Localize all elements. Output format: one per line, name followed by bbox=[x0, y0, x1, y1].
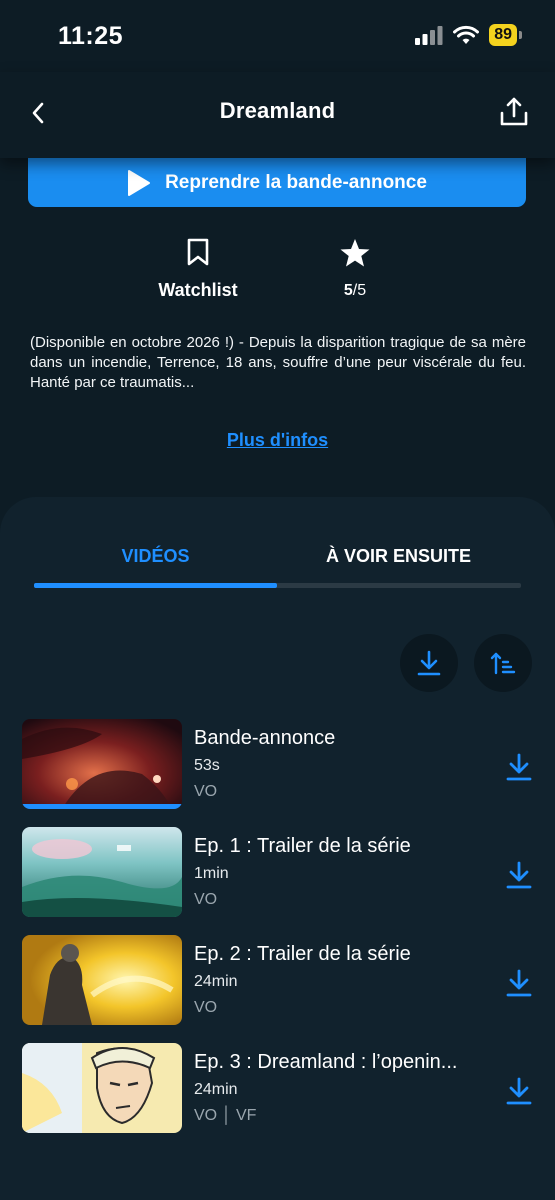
video-language: VO bbox=[194, 783, 218, 800]
star-icon bbox=[340, 239, 370, 267]
synopsis: (Disponible en octobre 2026 !) - Depuis … bbox=[30, 334, 526, 391]
video-duration: 53s bbox=[194, 757, 220, 774]
download-icon[interactable] bbox=[506, 969, 532, 997]
thumbnail-image bbox=[22, 719, 182, 809]
status-icons: 89 bbox=[415, 24, 522, 46]
bookmark-icon bbox=[187, 238, 209, 266]
status-bar: 11:25 89 bbox=[0, 0, 555, 72]
nav-bar: Dreamland bbox=[0, 72, 555, 158]
video-language: VO │ VF bbox=[194, 1107, 257, 1124]
watchlist-label: Watchlist bbox=[158, 280, 238, 300]
rating-max: /5 bbox=[352, 282, 367, 299]
video-thumbnail[interactable] bbox=[22, 827, 182, 917]
video-language: VO bbox=[194, 999, 218, 1016]
sort-button[interactable] bbox=[474, 634, 532, 692]
video-item[interactable]: Bande-annonce 53s VO bbox=[0, 719, 555, 811]
download-icon[interactable] bbox=[506, 753, 532, 781]
watchlist-button[interactable]: Watchlist bbox=[148, 238, 248, 301]
wifi-icon bbox=[453, 25, 480, 44]
video-title: Ep. 1 : Trailer de la série bbox=[194, 835, 411, 857]
download-icon[interactable] bbox=[506, 1077, 532, 1105]
download-icon[interactable] bbox=[506, 861, 532, 889]
thumbnail-image bbox=[22, 827, 182, 917]
play-icon bbox=[128, 169, 151, 196]
video-duration: 24min bbox=[194, 1081, 238, 1098]
more-info-link[interactable]: Plus d'infos bbox=[0, 430, 555, 451]
video-title: Ep. 2 : Trailer de la série bbox=[194, 943, 411, 965]
resume-trailer-button[interactable]: Reprendre la bande-annonce bbox=[28, 158, 526, 207]
rating-text: 5/5 bbox=[344, 282, 366, 300]
thumbnail-image bbox=[22, 935, 182, 1025]
tab-watch-next[interactable]: À VOIR ENSUITE bbox=[277, 546, 520, 567]
tab-videos[interactable]: VIDÉOS bbox=[34, 546, 277, 567]
tab-indicator bbox=[34, 583, 277, 588]
download-icon bbox=[417, 650, 441, 676]
video-item[interactable]: Ep. 2 : Trailer de la série 24min VO bbox=[0, 935, 555, 1027]
video-progress-bar bbox=[22, 804, 182, 809]
video-thumbnail[interactable] bbox=[22, 719, 182, 809]
sort-icon bbox=[490, 652, 516, 675]
video-title: Ep. 3 : Dreamland : l’openin... bbox=[194, 1051, 458, 1073]
video-item[interactable]: Ep. 1 : Trailer de la série 1min VO bbox=[0, 827, 555, 919]
rating-value: 5 bbox=[343, 282, 353, 299]
download-all-button[interactable] bbox=[400, 634, 458, 692]
status-time: 11:25 bbox=[58, 22, 124, 50]
video-duration: 24min bbox=[194, 973, 238, 990]
page-title: Dreamland bbox=[219, 98, 336, 123]
video-thumbnail[interactable] bbox=[22, 935, 182, 1025]
video-duration: 1min bbox=[194, 865, 229, 882]
share-icon[interactable] bbox=[499, 96, 529, 128]
video-title: Bande-annonce bbox=[194, 727, 336, 749]
video-thumbnail[interactable] bbox=[22, 1043, 182, 1133]
rating-button[interactable]: 5/5 bbox=[310, 238, 400, 300]
video-language: VO bbox=[194, 891, 218, 908]
video-item[interactable]: Ep. 3 : Dreamland : l’openin... 24min VO… bbox=[0, 1043, 555, 1135]
signal-icon bbox=[415, 26, 443, 45]
resume-trailer-label: Reprendre la bande-annonce bbox=[165, 171, 427, 193]
thumbnail-image bbox=[22, 1043, 182, 1133]
battery-indicator: 89 bbox=[489, 24, 522, 46]
